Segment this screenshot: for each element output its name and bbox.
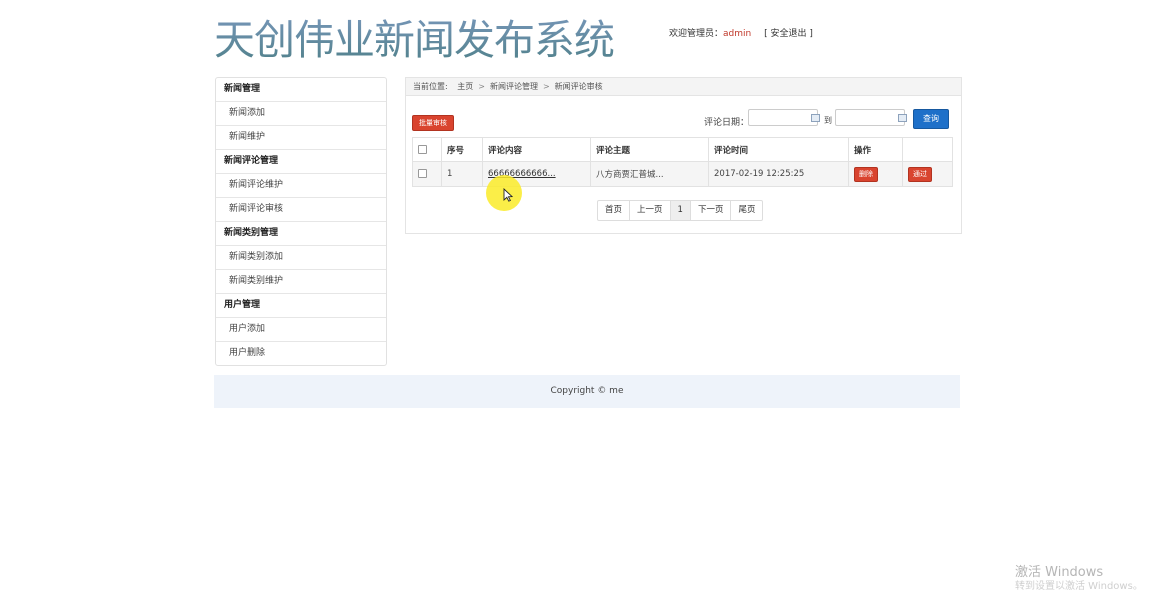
sidebar-item-news-add[interactable]: 新闻添加 [216,102,386,126]
date-to-label: 到 [824,116,832,125]
mouse-pointer-icon [503,188,513,202]
approve-button[interactable]: 通过 [908,166,932,182]
pager-next[interactable]: 下一页 [691,201,732,220]
sidebar-group-categories: 新闻类别管理 [216,222,386,246]
delete-button[interactable]: 删除 [854,166,878,182]
pager-current[interactable]: 1 [670,201,691,220]
pager-last[interactable]: 尾页 [731,201,762,220]
column-header-actions-extra [902,137,953,162]
row-pass-cell: 通过 [902,161,953,187]
comment-date-label: 评论日期： [704,118,750,128]
select-all-cell [412,137,442,162]
sidebar-item-user-delete[interactable]: 用户删除 [216,342,386,365]
welcome-label: 欢迎管理员： [669,29,724,39]
table-header-row: 序号 评论内容 评论主题 评论时间 操作 [412,137,953,162]
date-from-input[interactable] [748,109,818,126]
breadcrumb-comment-management[interactable]: 新闻评论管理 [490,82,538,91]
breadcrumb-separator: > [542,82,550,91]
column-header-time: 评论时间 [708,137,849,162]
column-header-topic: 评论主题 [590,137,709,162]
row-topic: 八方商贾汇普城... [590,161,709,187]
footer: Copyright © me [214,375,960,408]
logout-link[interactable]: [ 安全退出 ] [764,29,813,39]
breadcrumb-separator: > [478,82,485,91]
sidebar-group-news: 新闻管理 [216,78,386,102]
column-header-actions: 操作 [848,137,903,162]
pagination: 首页 上一页 1 下一页 尾页 [597,200,764,221]
sidebar: 新闻管理 新闻添加 新闻维护 新闻评论管理 新闻评论维护 新闻评论审核 新闻类别… [215,77,387,366]
calendar-icon[interactable] [898,114,907,122]
sidebar-group-comments: 新闻评论管理 [216,150,386,174]
breadcrumb: 当前位置: 主页 > 新闻评论管理 > 新闻评论审核 [406,78,961,96]
batch-review-button[interactable]: 批量审核 [412,115,454,131]
sidebar-item-comment-maintain[interactable]: 新闻评论维护 [216,174,386,198]
pager-prev[interactable]: 上一页 [630,201,671,220]
row-select-cell [412,161,442,187]
breadcrumb-prefix: 当前位置: [413,82,448,91]
sidebar-item-category-maintain[interactable]: 新闻类别维护 [216,270,386,294]
copyright-text: Copyright © me [550,386,624,396]
date-to-input[interactable] [835,109,905,126]
breadcrumb-comment-review: 新闻评论审核 [554,82,603,91]
breadcrumb-home[interactable]: 主页 [457,82,473,91]
site-title: 天创伟业新闻发布系统 [214,6,615,66]
admin-name: admin [723,29,752,39]
pager-first[interactable]: 首页 [598,201,631,220]
sidebar-item-category-add[interactable]: 新闻类别添加 [216,246,386,270]
sidebar-item-comment-review[interactable]: 新闻评论审核 [216,198,386,222]
column-header-content: 评论内容 [482,137,591,162]
search-button[interactable]: 查询 [913,109,949,129]
windows-activation-subtext: 转到设置以激活 Windows。 [1015,581,1143,592]
column-header-index: 序号 [441,137,483,162]
row-checkbox[interactable] [418,169,427,178]
row-delete-cell: 删除 [848,161,903,187]
sidebar-group-users: 用户管理 [216,294,386,318]
select-all-checkbox[interactable] [418,144,427,154]
sidebar-item-user-add[interactable]: 用户添加 [216,318,386,342]
row-index: 1 [441,161,483,187]
user-bar: 欢迎管理员：admin [ 安全退出 ] [669,26,813,39]
row-time: 2017-02-19 12:25:25 [708,161,849,187]
sidebar-item-news-maintain[interactable]: 新闻维护 [216,126,386,150]
main-panel: 当前位置: 主页 > 新闻评论管理 > 新闻评论审核 批量审核 评论日期： 到 查询 序… [405,77,962,234]
calendar-icon[interactable] [811,114,820,122]
